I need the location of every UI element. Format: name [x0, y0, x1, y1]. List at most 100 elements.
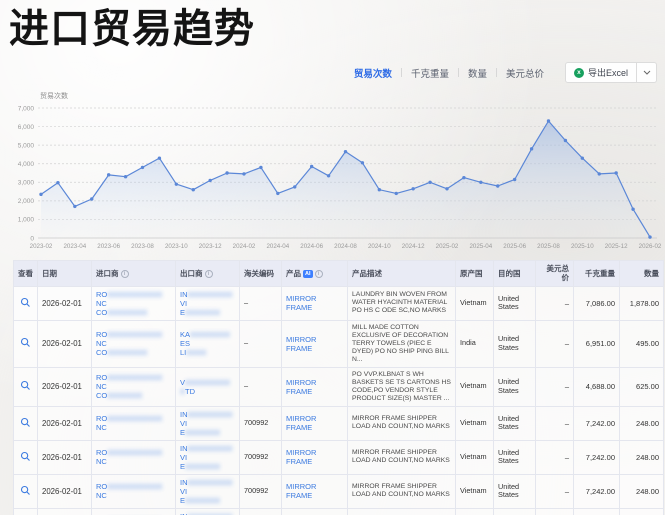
- view-cell: [14, 474, 38, 508]
- product-link[interactable]: MIRROR FRAME: [286, 378, 316, 396]
- svg-text:2023-04: 2023-04: [63, 243, 86, 250]
- importer-link[interactable]: ROXXXXXXXXXXX NC COXXXXXXXX: [92, 286, 176, 320]
- view-details-button[interactable]: [20, 417, 31, 428]
- svg-text:7,000: 7,000: [18, 105, 35, 112]
- importer-link[interactable]: ROXXXXXXXXXXX NC COXXXXXXXX: [92, 320, 176, 367]
- product-link[interactable]: MIRROR FRAME: [286, 482, 316, 500]
- info-icon[interactable]: i: [205, 270, 213, 278]
- column-header: 海关编码: [240, 261, 282, 287]
- view-details-button[interactable]: [20, 485, 31, 496]
- export-split-button: x 导出Excel: [565, 62, 657, 83]
- tab-quantity[interactable]: 数量: [459, 66, 496, 80]
- table-row: 2026-02-01ROXXXXXXXXXXX NCINXXXXXXXXX VI…: [14, 406, 664, 440]
- importer-link[interactable]: ROXXXXXXXXXXX NC COXXXXXXX: [92, 367, 176, 406]
- visible-text: IN: [180, 410, 188, 419]
- table-row: 2026-02-01ROXXXXXXXXXXX NCINXXXXXXXXX VI…: [14, 440, 664, 474]
- date-cell: 2026-02-01: [38, 367, 92, 406]
- usd-total-cell: –: [536, 508, 574, 515]
- column-header: 进口商i: [92, 261, 176, 287]
- visible-text: NC: [96, 382, 107, 391]
- export-excel-button[interactable]: x 导出Excel: [565, 62, 637, 83]
- visible-text: VI: [180, 487, 187, 496]
- svg-text:2024-12: 2024-12: [402, 243, 425, 250]
- hs-code-cell: 700992: [240, 474, 282, 508]
- info-icon[interactable]: i: [315, 270, 323, 278]
- importer-link[interactable]: ROXXXXXXXXXXX NC: [92, 474, 176, 508]
- date-cell: 2026-02-01: [38, 508, 92, 515]
- origin-country-cell: Vietnam: [456, 406, 494, 440]
- svg-text:4,000: 4,000: [18, 161, 35, 168]
- svg-text:2024-08: 2024-08: [334, 243, 357, 250]
- date-cell: 2026-02-01: [38, 286, 92, 320]
- excel-icon: x: [574, 68, 584, 78]
- exporter-link[interactable]: INXXXXXXXXX VI EXXXXXXX: [176, 508, 240, 515]
- visible-text: IN: [180, 444, 188, 453]
- product-link[interactable]: MIRROR FRAME: [286, 448, 316, 466]
- visible-text: NC: [96, 299, 107, 308]
- importer-link[interactable]: ROXXXXXXXXXXX NC: [92, 440, 176, 474]
- product-cell: MIRROR FRAME: [282, 474, 348, 508]
- product-description-cell: MIRROR FRAME SHIPPER LOAD AND COUNT,NO M…: [348, 508, 456, 515]
- product-cell: MIRROR FRAME: [282, 508, 348, 515]
- exporter-link[interactable]: INXXXXXXXXX VI EXXXXXXX: [176, 474, 240, 508]
- column-header: 原产国: [456, 261, 494, 287]
- destination-country-cell: United States: [494, 320, 536, 367]
- view-details-button[interactable]: [20, 380, 31, 391]
- view-details-button[interactable]: [20, 337, 31, 348]
- usd-total-cell: –: [536, 367, 574, 406]
- kg-weight-cell: 7,242.00: [574, 508, 620, 515]
- export-dropdown-button[interactable]: [637, 62, 657, 83]
- quantity-cell: 248.00: [620, 508, 664, 515]
- redacted-text: XXXXXXX: [185, 496, 220, 505]
- usd-total-cell: –: [536, 440, 574, 474]
- tab-trade-count[interactable]: 贸易次数: [345, 66, 401, 80]
- redacted-text: XXXXXXXXXXX: [107, 448, 162, 457]
- visible-text: IN: [180, 478, 188, 487]
- redacted-text: XXXXXXXXX: [188, 290, 233, 299]
- tab-kg-weight[interactable]: 千克重量: [402, 66, 458, 80]
- tab-usd-total[interactable]: 美元总价: [497, 66, 553, 80]
- product-cell: MIRROR FRAME: [282, 367, 348, 406]
- exporter-link[interactable]: INXXXXXXXXX VI EXXXXXXX: [176, 440, 240, 474]
- visible-text: NC: [96, 423, 107, 432]
- product-link[interactable]: MIRROR FRAME: [286, 414, 316, 432]
- date-cell: 2026-02-01: [38, 440, 92, 474]
- view-cell: [14, 406, 38, 440]
- view-details-button[interactable]: [20, 451, 31, 462]
- exporter-link[interactable]: INXXXXXXXXX VI EXXXXXXX: [176, 406, 240, 440]
- quantity-cell: 248.00: [620, 440, 664, 474]
- exporter-link[interactable]: INXXXXXXXXX VI EXXXXXXX: [176, 286, 240, 320]
- product-link[interactable]: MIRROR FRAME: [286, 335, 316, 353]
- importer-link[interactable]: ROXXXXXXXXXXX NC: [92, 508, 176, 515]
- exporter-link[interactable]: KAXXXXXXXXES LIXXXX: [176, 320, 240, 367]
- exporter-link[interactable]: VXXXXXXXXXXTD: [176, 367, 240, 406]
- svg-text:2023-08: 2023-08: [131, 243, 154, 250]
- visible-text: NC: [96, 491, 107, 500]
- visible-text: CO: [96, 308, 107, 317]
- usd-total-cell: –: [536, 406, 574, 440]
- column-header: 产品AIi: [282, 261, 348, 287]
- product-link[interactable]: MIRROR FRAME: [286, 294, 316, 312]
- origin-country-cell: Vietnam: [456, 286, 494, 320]
- redacted-text: XXXXXXXXX: [188, 478, 233, 487]
- redacted-text: XXXXXXXXXXX: [107, 290, 162, 299]
- svg-text:2024-10: 2024-10: [368, 243, 391, 250]
- info-icon[interactable]: i: [121, 270, 129, 278]
- quantity-cell: 248.00: [620, 474, 664, 508]
- quantity-cell: 495.00: [620, 320, 664, 367]
- date-cell: 2026-02-01: [38, 406, 92, 440]
- importer-link[interactable]: ROXXXXXXXXXXX NC: [92, 406, 176, 440]
- hs-code-cell: –: [240, 286, 282, 320]
- hs-code-cell: –: [240, 367, 282, 406]
- quantity-cell: 625.00: [620, 367, 664, 406]
- view-details-button[interactable]: [20, 297, 31, 308]
- svg-text:2025-04: 2025-04: [469, 243, 492, 250]
- view-cell: [14, 367, 38, 406]
- svg-text:2023-10: 2023-10: [165, 243, 188, 250]
- svg-text:2025-08: 2025-08: [537, 243, 560, 250]
- visible-text: RO: [96, 482, 107, 491]
- view-cell: [14, 508, 38, 515]
- redacted-text: XXXXXXXX: [190, 330, 230, 339]
- product-cell: MIRROR FRAME: [282, 406, 348, 440]
- visible-text: NC: [96, 457, 107, 466]
